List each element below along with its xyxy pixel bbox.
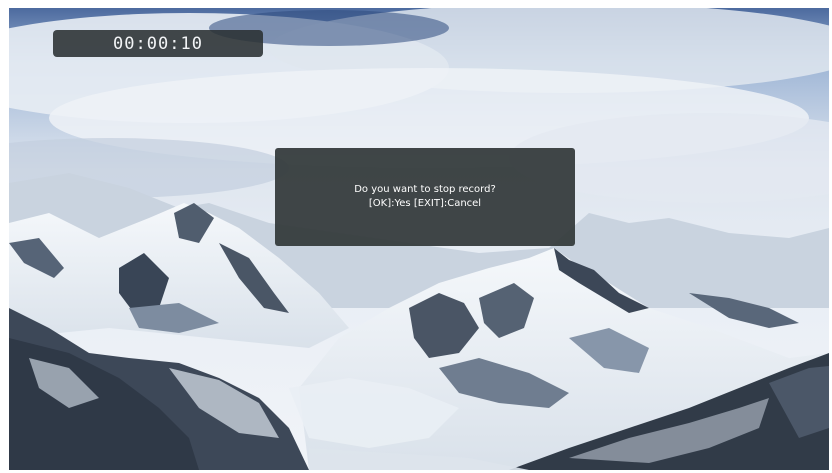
dialog-message: Do you want to stop record? (354, 184, 496, 195)
stop-record-dialog[interactable]: Do you want to stop record? [OK]:Yes [EX… (275, 148, 575, 246)
tv-frame: 00:00:10 Do you want to stop record? [OK… (0, 0, 832, 473)
dialog-key-options: [OK]:Yes [EXIT]:Cancel (368, 198, 482, 209)
recording-timer: 00:00:10 (53, 30, 263, 57)
elapsed-time-text: 00:00:10 (113, 33, 203, 54)
video-screen: 00:00:10 Do you want to stop record? [OK… (9, 8, 829, 470)
